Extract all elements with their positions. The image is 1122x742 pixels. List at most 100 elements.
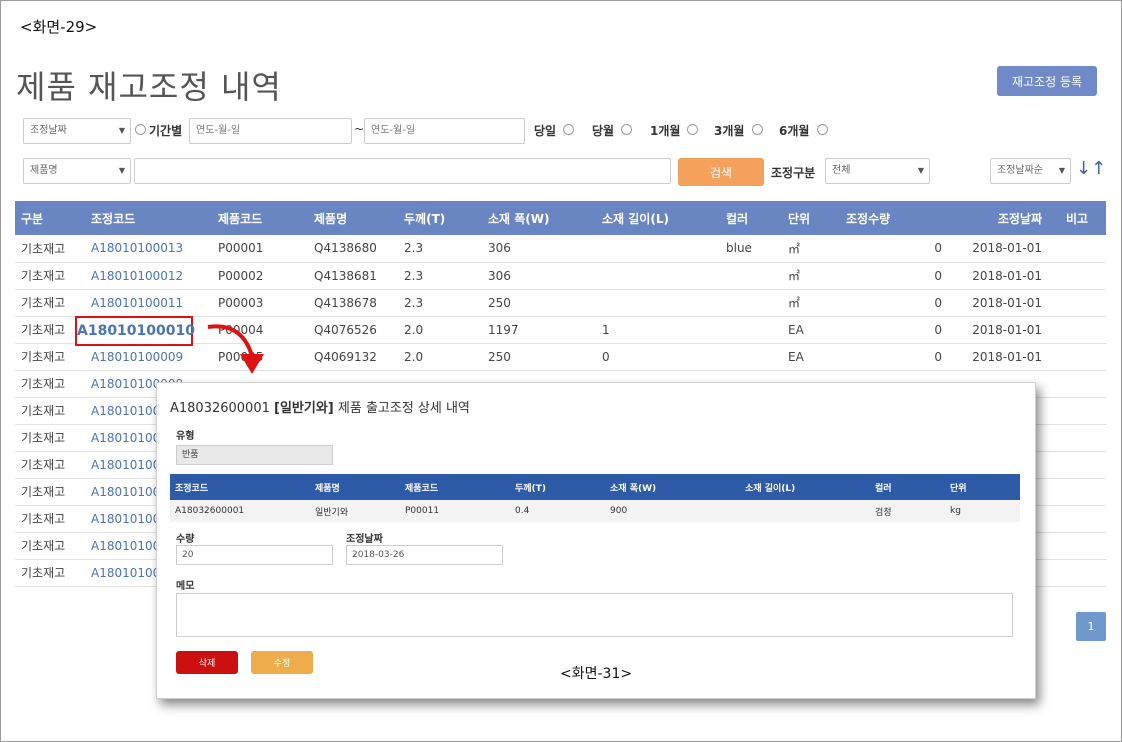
screen-label-31: <화면-31>: [560, 666, 633, 682]
quick-6m-label: 6개월: [779, 124, 810, 138]
table-cell: [1048, 424, 1106, 452]
col-header: 비고: [1048, 201, 1106, 235]
sort-value: 조정날짜순: [997, 165, 1043, 176]
quantity-label: 수량: [176, 534, 195, 545]
table-cell[interactable]: A18010100011: [85, 289, 212, 317]
search-button[interactable]: 검색: [678, 158, 764, 186]
adjust-type-select[interactable]: 전체 ▼: [825, 158, 930, 184]
table-row[interactable]: 기초재고 A18010100009 P00005 Q4069132 2.0 250 0 EA 0…: [15, 343, 1106, 371]
register-adjustment-button[interactable]: 재고조정 등록: [997, 66, 1097, 96]
table-cell: 2.3: [398, 262, 482, 290]
table-cell[interactable]: A18010100013: [85, 235, 212, 263]
table-cell: [720, 316, 782, 344]
quantity-input[interactable]: 20: [176, 545, 333, 565]
table-cell: [1048, 370, 1106, 398]
page-title: 제품 재고조정 내역: [16, 68, 282, 106]
adjust-type-label: 조정구분: [771, 166, 816, 180]
table-cell: 2018-01-01: [948, 262, 1048, 290]
table-cell: [1048, 451, 1106, 479]
table-row[interactable]: 기초재고 A18010100012 P00002 Q4138681 2.3 306 ㎡ 0 20…: [15, 262, 1106, 290]
sort-select[interactable]: 조정날짜순 ▼: [990, 158, 1071, 184]
quick-3m-radio[interactable]: [752, 124, 763, 135]
product-field-select[interactable]: 제품명 ▼: [23, 158, 131, 184]
modal-title-code: A18032600001: [170, 401, 270, 416]
quick-month-radio[interactable]: [621, 124, 632, 135]
chevron-down-icon: ▼: [118, 126, 125, 135]
edit-button[interactable]: 수정: [251, 651, 313, 674]
detail-cell: [740, 500, 870, 522]
table-cell: 0: [840, 262, 948, 290]
search-input[interactable]: [134, 158, 671, 184]
table-cell: blue: [720, 235, 782, 263]
table-cell: EA: [782, 316, 840, 344]
table-cell: [720, 289, 782, 317]
quick-6m-radio[interactable]: [817, 124, 828, 135]
table-cell: Q4069132: [308, 343, 398, 371]
table-cell: 2.0: [398, 316, 482, 344]
table-cell: 기초재고: [15, 235, 85, 263]
col-header: 제품코드: [212, 201, 308, 235]
table-cell: [596, 289, 720, 317]
chevron-down-icon: ▼: [917, 166, 924, 175]
table-cell: 기초재고: [15, 370, 85, 398]
table-cell: Q4138678: [308, 289, 398, 317]
table-cell[interactable]: A18010100009: [85, 343, 212, 371]
curved-arrow-icon: [207, 324, 264, 374]
period-radio[interactable]: [135, 124, 146, 135]
detail-col-header: 소재 길이(L): [740, 474, 870, 500]
table-cell: [1048, 478, 1106, 506]
table-cell: [1048, 235, 1106, 263]
quick-today-label: 당일: [534, 124, 557, 138]
table-cell: 기초재고: [15, 262, 85, 290]
table-cell[interactable]: A18010100012: [85, 262, 212, 290]
detail-col-header: 두께(T): [510, 474, 605, 500]
table-cell: [1048, 289, 1106, 317]
table-row[interactable]: 기초재고 A18010100013 P00001 Q4138680 2.3 306 blue…: [15, 235, 1106, 263]
detail-col-header: 조정코드: [170, 474, 310, 500]
table-cell: ㎡: [782, 235, 840, 263]
delete-button[interactable]: 삭제: [176, 651, 238, 674]
date-type-select[interactable]: 조정날짜 ▼: [23, 118, 131, 144]
chevron-down-icon: ▼: [1058, 166, 1065, 175]
table-cell: [1048, 262, 1106, 290]
table-cell: 2018-01-01: [948, 235, 1048, 263]
table-row[interactable]: 기초재고 A18010100011 P00003 Q4138678 2.3 250 ㎡ 0 20…: [15, 289, 1106, 317]
memo-textarea[interactable]: [176, 593, 1013, 637]
pagination-page-1[interactable]: 1: [1076, 612, 1106, 641]
date-to-input[interactable]: 연도-월-일: [364, 118, 525, 144]
table-cell: 0: [840, 289, 948, 317]
table-cell: 2.3: [398, 289, 482, 317]
table-cell: 250: [482, 289, 596, 317]
date-from-input[interactable]: 연도-월-일: [189, 118, 352, 144]
table-cell: EA: [782, 343, 840, 371]
quick-today-radio[interactable]: [563, 124, 574, 135]
detail-cell: A18032600001: [170, 500, 310, 522]
table-cell: 0: [840, 235, 948, 263]
table-cell: 기초재고: [15, 451, 85, 479]
table-cell: P00002: [212, 262, 308, 290]
highlighted-adjustment-code[interactable]: A18010100010: [75, 316, 195, 346]
col-header: 조정코드: [85, 201, 212, 235]
table-cell: ㎡: [782, 289, 840, 317]
detail-cell: 일반기와: [310, 500, 400, 522]
col-header: 단위: [782, 201, 840, 235]
table-cell: P00003: [212, 289, 308, 317]
detail-col-header: 소재 폭(W): [605, 474, 740, 500]
table-cell: [1048, 532, 1106, 560]
chevron-down-icon: ▼: [118, 166, 125, 175]
type-label: 유형: [176, 431, 195, 442]
modal-title-name: [일반기와]: [274, 401, 334, 416]
table-cell: [720, 343, 782, 371]
table-cell: [1048, 559, 1106, 587]
table-cell: [720, 262, 782, 290]
table-cell: [1048, 343, 1106, 371]
sort-arrows-icon[interactable]: ↓↑: [1076, 158, 1106, 179]
detail-header-row: 조정코드 제품명 제품코드 두께(T) 소재 폭(W) 소재 길이(L) 컬러 …: [170, 474, 1020, 500]
adjust-date-input[interactable]: 2018-03-26: [346, 545, 503, 565]
table-cell: 기초재고: [15, 532, 85, 560]
screen-label-29: <화면-29>: [20, 18, 98, 36]
quick-1m-radio[interactable]: [687, 124, 698, 135]
table-cell: 2018-01-01: [948, 289, 1048, 317]
table-cell: 0: [840, 343, 948, 371]
col-header: 조정수량: [840, 201, 948, 235]
